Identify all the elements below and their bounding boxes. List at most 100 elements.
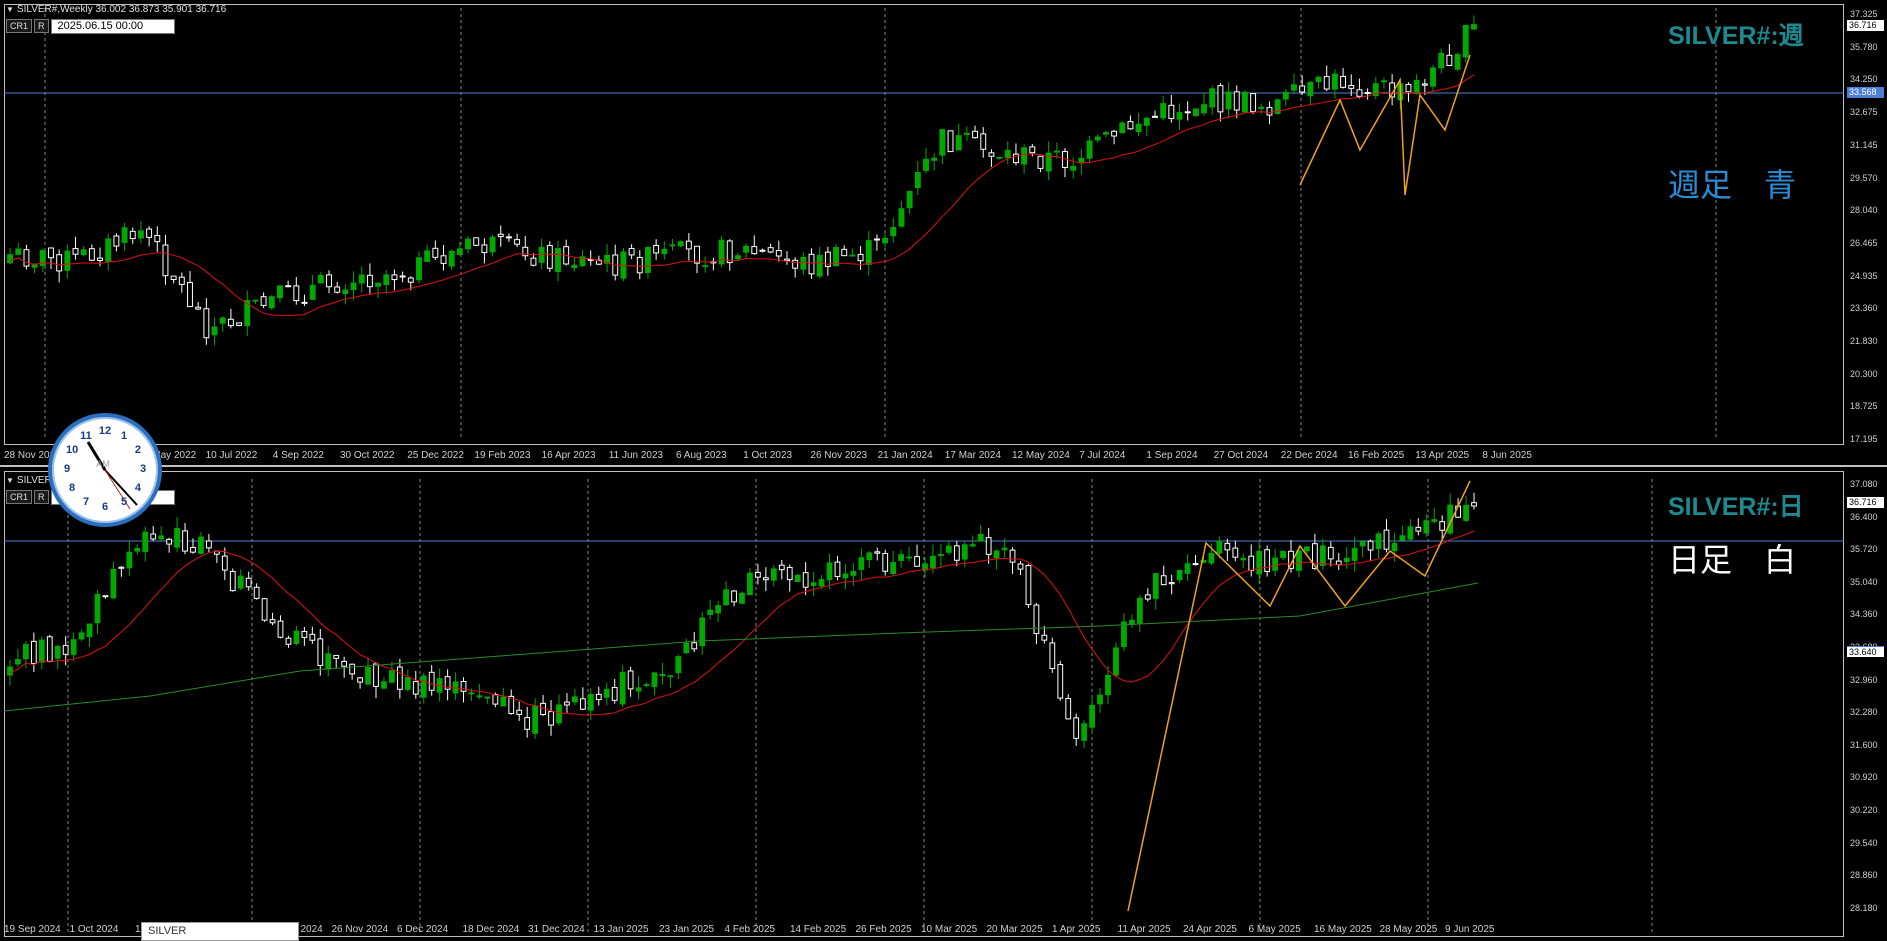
time-tick-label: 16 May 2025 xyxy=(1314,924,1372,935)
candle-body xyxy=(407,277,414,283)
symbol-tooltip: SILVER xyxy=(141,922,299,941)
weekly-candles xyxy=(4,8,1844,440)
candle-body xyxy=(857,253,864,262)
price-tick-label: 35.040 xyxy=(1850,576,1878,587)
weekly-chart-pane[interactable]: ▼ SILVER#,Weekly 36.002 36.873 35.901 36.… xyxy=(0,0,1887,467)
time-tick-label: 8 Jun 2025 xyxy=(1482,450,1532,461)
candle-body xyxy=(505,236,512,239)
candle-body xyxy=(1405,83,1412,93)
candle-body xyxy=(154,235,161,243)
candle-body xyxy=(23,644,29,660)
candle-body xyxy=(818,579,825,587)
candle-body xyxy=(381,681,387,689)
candle-body xyxy=(1113,647,1119,676)
time-tick-label: 23 Jan 2025 xyxy=(659,924,715,935)
candle-body xyxy=(1078,157,1085,164)
candle-body xyxy=(898,208,905,227)
zigzag-line xyxy=(1299,54,1471,196)
time-tick-label: 6 May 2025 xyxy=(1248,924,1301,935)
candle-body xyxy=(707,609,714,616)
r-button[interactable]: R xyxy=(34,490,49,504)
daily-last-price-tag: 36.716 xyxy=(1847,497,1884,508)
time-tick-label: 22 Dec 2024 xyxy=(1280,450,1338,461)
candle-body xyxy=(1431,519,1438,522)
candle-body xyxy=(1375,533,1382,550)
candle-body xyxy=(7,254,14,264)
candle-body xyxy=(762,577,769,581)
candle-body xyxy=(389,670,395,683)
candle-body xyxy=(1296,550,1302,571)
price-tick-label: 18.725 xyxy=(1850,401,1878,412)
weekly-date-input[interactable]: 2025.06.15 00:00 xyxy=(50,19,175,34)
candle-body xyxy=(252,299,259,302)
candle-body xyxy=(1057,664,1064,699)
candle-body xyxy=(866,552,873,561)
candle-body xyxy=(914,172,921,189)
candle-body xyxy=(1438,52,1445,69)
candle-body xyxy=(969,544,976,547)
candle-body xyxy=(755,572,761,578)
candle-body xyxy=(253,586,260,599)
time-tick-label: 20 Mar 2025 xyxy=(986,924,1043,935)
r-button[interactable]: R xyxy=(34,19,49,33)
candle-body xyxy=(726,240,733,264)
daily-title-tag: SILVER#:日 xyxy=(1668,493,1804,521)
daily-note: 日足 白 xyxy=(1668,542,1797,578)
candle-body xyxy=(1053,150,1060,153)
candle-body xyxy=(1264,549,1271,573)
candle-body xyxy=(1351,547,1358,561)
candle-body xyxy=(841,248,848,257)
candle-body xyxy=(1340,75,1347,88)
candle-body xyxy=(1367,540,1374,551)
candle-body xyxy=(1454,54,1461,70)
candle-body xyxy=(715,605,722,614)
candle-body xyxy=(636,256,643,274)
candle-body xyxy=(261,598,268,621)
candle-body xyxy=(1209,88,1216,108)
price-tick-label: 30.920 xyxy=(1850,772,1878,783)
cr1-button[interactable]: CR1 xyxy=(6,19,33,33)
candle-body xyxy=(1423,520,1430,534)
price-tick-label: 37.325 xyxy=(1850,9,1878,19)
candle-body xyxy=(1049,642,1056,670)
candle-body xyxy=(1439,521,1446,531)
candle-body xyxy=(810,582,817,586)
candle-body xyxy=(516,709,523,715)
candle-body xyxy=(1280,550,1286,559)
candle-body xyxy=(15,248,22,255)
candle-body xyxy=(1094,136,1101,141)
candle-body xyxy=(643,684,650,687)
daily-chart-pane[interactable]: ▼SILVER#,Daily 35.901 36.716 CR1 R 2025.… xyxy=(0,471,1887,941)
candle-body xyxy=(1470,24,1477,30)
candle-body xyxy=(784,258,790,262)
price-tick-label: 29.540 xyxy=(1850,837,1878,848)
candle-body xyxy=(1168,582,1175,585)
price-tick-label: 32.280 xyxy=(1850,707,1878,718)
candle-body xyxy=(1102,132,1109,135)
candle-body xyxy=(826,562,833,581)
candle-body xyxy=(556,704,562,724)
candle-body xyxy=(906,190,913,209)
candle-body xyxy=(906,556,912,559)
candle-body xyxy=(468,692,475,695)
candle-body xyxy=(301,631,308,638)
candle-body xyxy=(350,282,357,291)
candle-body xyxy=(1029,146,1036,154)
candle-body xyxy=(1070,165,1077,171)
analog-clock[interactable]: AM 12 1 2 3 4 5 6 7 8 9 10 11 xyxy=(48,413,162,527)
time-tick-label: 26 Nov 2023 xyxy=(810,450,868,461)
candle-body xyxy=(113,235,120,247)
candle-body xyxy=(1152,115,1158,118)
clock-number: 12 xyxy=(98,425,112,437)
candle-body xyxy=(456,248,463,256)
zigzag-line xyxy=(1127,480,1471,912)
candle-body xyxy=(121,227,128,243)
candle-body xyxy=(1037,155,1044,169)
candle-body xyxy=(1184,563,1191,574)
candle-body xyxy=(166,538,173,545)
candle-body xyxy=(532,705,539,734)
candle-body xyxy=(440,255,447,264)
candle-body xyxy=(1356,89,1363,97)
cr1-button[interactable]: CR1 xyxy=(6,490,33,504)
candle-body xyxy=(341,660,348,667)
